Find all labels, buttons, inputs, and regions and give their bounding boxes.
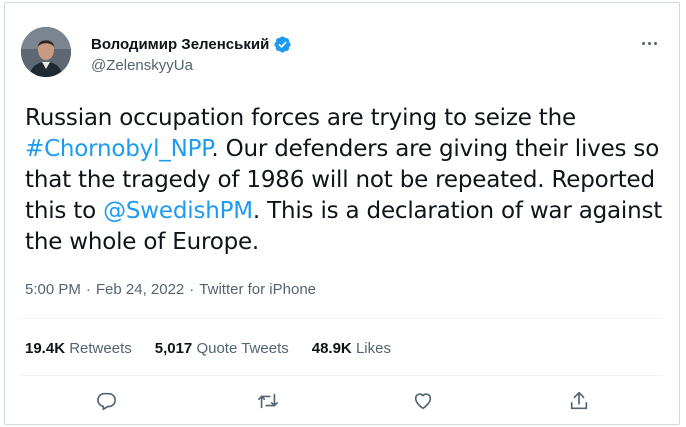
retweets-stat[interactable]: 19.4K Retweets	[25, 340, 132, 357]
share-icon[interactable]	[568, 390, 592, 414]
more-horizontal-icon[interactable]	[640, 38, 660, 48]
avatar[interactable]	[21, 27, 71, 77]
action-bar	[0, 390, 686, 418]
mention-link[interactable]: @SwedishPM	[103, 198, 253, 224]
tweet-meta: 5:00 PM · Feb 24, 2022 · Twitter for iPh…	[25, 281, 316, 298]
retweet-icon[interactable]	[257, 390, 281, 414]
hashtag-link[interactable]: #Chornobyl_NPP	[25, 136, 212, 162]
meta-separator: ·	[85, 281, 91, 298]
verified-badge-icon	[274, 36, 291, 53]
tweet-text: Russian occupation forces are trying to …	[25, 103, 665, 258]
retweets-label: Retweets	[69, 340, 132, 357]
retweets-count: 19.4K	[25, 340, 66, 357]
divider	[21, 318, 663, 319]
tweet-stats: 19.4K Retweets 5,017 Quote Tweets 48.9K …	[25, 340, 414, 357]
quote-tweets-count: 5,017	[154, 340, 193, 357]
tweet-time[interactable]: 5:00 PM	[25, 281, 81, 298]
likes-stat[interactable]: 48.9K Likes	[312, 340, 391, 357]
meta-separator: ·	[189, 281, 195, 298]
divider	[21, 375, 663, 376]
quote-tweets-stat[interactable]: 5,017 Quote Tweets	[155, 340, 289, 357]
heart-icon[interactable]	[412, 390, 436, 414]
tweet-source[interactable]: Twitter for iPhone	[199, 281, 316, 298]
likes-label: Likes	[355, 340, 391, 357]
quote-tweets-label: Quote Tweets	[196, 340, 289, 357]
reply-icon[interactable]	[95, 390, 119, 414]
user-handle[interactable]: @ZelenskyyUa	[91, 57, 193, 74]
tweet-date[interactable]: Feb 24, 2022	[96, 281, 184, 298]
tweet-text-part: Russian occupation forces are trying to …	[25, 105, 576, 131]
likes-count: 48.9K	[311, 340, 352, 357]
display-name[interactable]: Володимир Зеленський	[91, 36, 269, 53]
